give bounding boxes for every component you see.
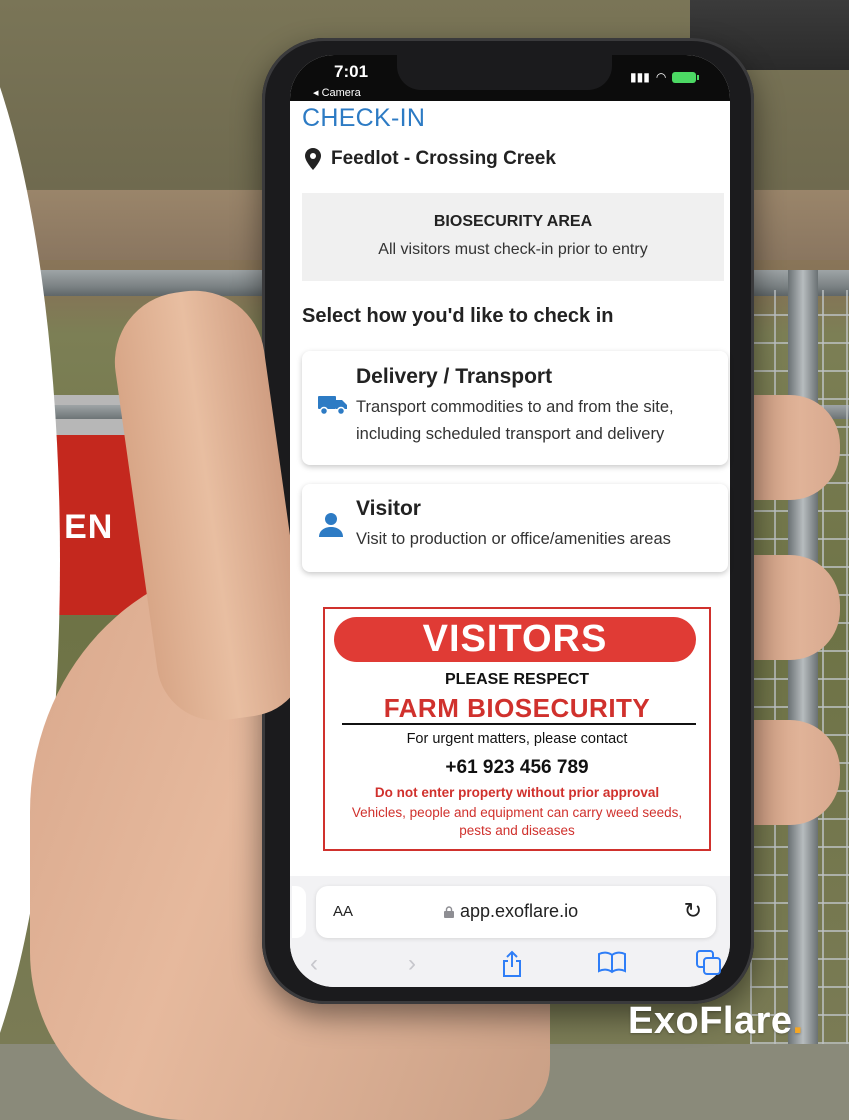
select-heading: Select how you'd like to check in [302,305,614,327]
sign-divider [342,723,696,725]
delivery-title: Delivery / Transport [356,365,553,388]
signal-icon: ▮▮▮ [630,70,650,84]
phone-notch [397,50,612,90]
location-pin-icon [305,148,321,170]
sign-urgent: For urgent matters, please contact [406,731,628,747]
text-size-button[interactable]: AA [333,903,353,920]
back-to-camera-link[interactable]: ◂ Camera [313,86,361,99]
delivery-description: Transport commodities to and from the si… [356,398,674,443]
battery-icon [672,71,700,83]
status-time: 7:01 [334,62,369,81]
biosecurity-title: BIOSECURITY AREA [433,213,593,230]
location-row: Feedlot - Crossing Creek [305,148,556,170]
biosecurity-notice: BIOSECURITY AREA All visitors must check… [302,193,724,281]
visitor-description: Visit to production or office/amenities … [356,530,671,548]
forward-arrow-icon[interactable]: › [408,950,416,978]
sign-farm-biosecurity: FARM BIOSECURITY [383,693,651,723]
location-name: Feedlot - Crossing Creek [331,148,556,169]
browser-toolbar: ‹ › [300,950,730,984]
page-title: CHECK-IN [302,104,426,132]
url-display[interactable]: app.exoflare.io [444,901,578,922]
sign-phone-number: +61 923 456 789 [445,757,589,778]
status-icons: ▮▮▮ ◠ [630,70,700,84]
sign-banner: VISITORS [334,617,696,662]
logo-dot: . [792,1000,804,1042]
share-icon[interactable] [500,950,524,978]
wifi-icon: ◠ [655,70,667,84]
hand-finger [740,555,840,660]
tabs-icon[interactable] [696,950,722,976]
sign-respect: PLEASE RESPECT [444,671,590,688]
visitor-option[interactable]: Visitor Visit to production or office/am… [302,484,728,572]
visitor-title: Visitor [356,497,421,520]
truck-icon [318,396,347,416]
lock-icon [444,905,454,918]
biosecurity-subtitle: All visitors must check-in prior to entr… [378,241,648,258]
hand-finger [740,395,840,500]
back-arrow-icon[interactable]: ‹ [310,950,318,978]
logo-text: ExoFlare [628,1000,793,1042]
person-icon [319,513,343,537]
delivery-transport-option[interactable]: Delivery / Transport Transport commoditi… [302,351,728,465]
bookmarks-icon[interactable] [597,950,627,974]
exoflare-logo: ExoFlare. [628,1000,804,1043]
url-text: app.exoflare.io [460,901,579,921]
hand-finger [740,720,840,825]
visitor-sign-image: VISITORS PLEASE RESPECT FARM BIOSECURITY… [323,607,711,851]
sign-vehicles-warning: Vehicles, people and equipment can carry… [351,805,683,838]
reload-icon[interactable]: ↻ [684,898,702,924]
previous-tab-peek[interactable] [292,886,306,938]
address-bar[interactable]: AA app.exoflare.io ↻ [316,886,716,938]
sign-no-enter: Do not enter property without prior appr… [374,785,660,800]
